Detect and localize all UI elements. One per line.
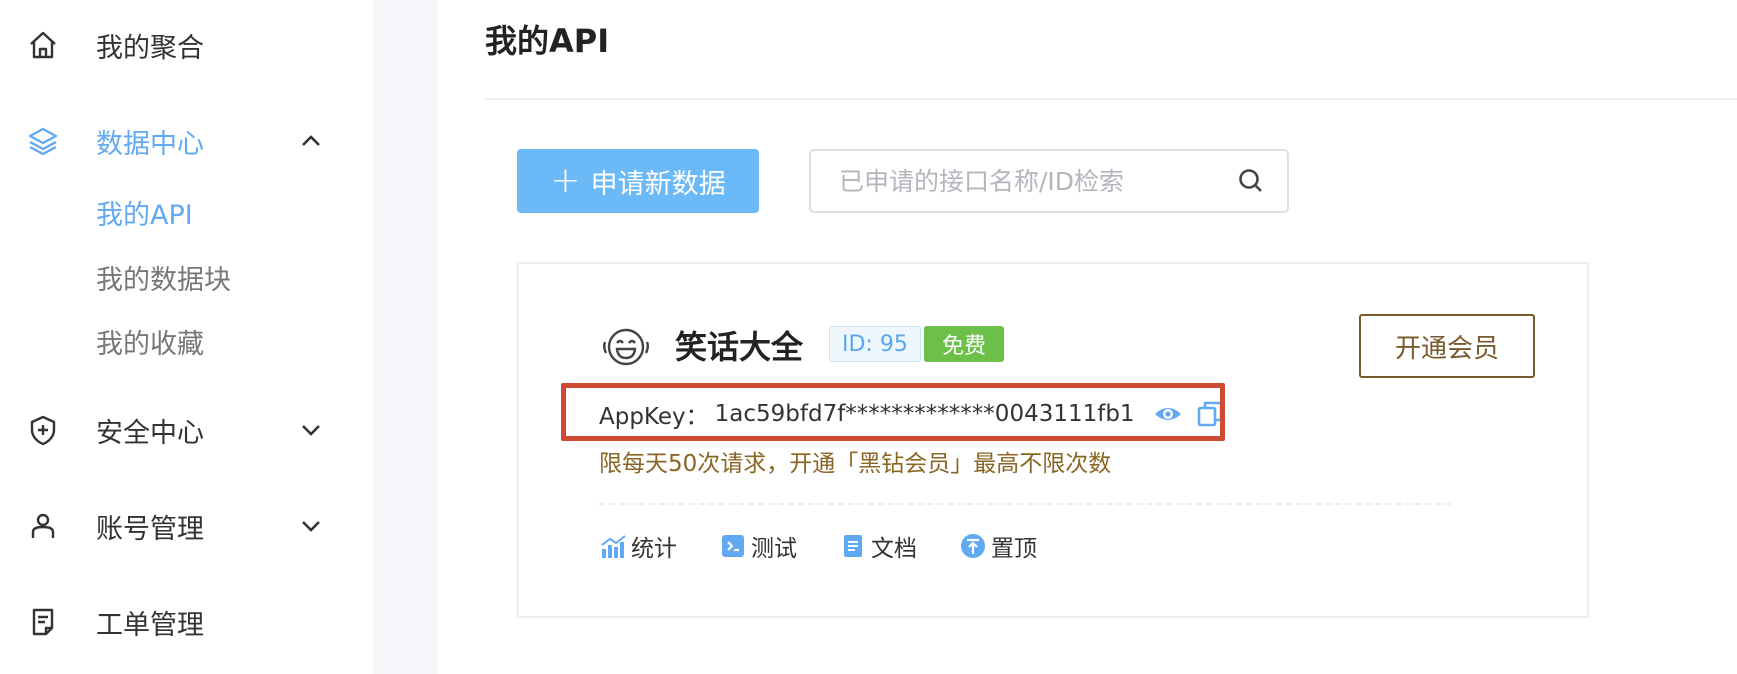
appkey-value: 1ac59bfd7f*************0043111fb1 <box>714 401 1135 427</box>
layers-icon <box>26 124 60 158</box>
page-title: 我的API <box>485 22 610 60</box>
sidebar-item-label: 数据中心 <box>96 128 204 160</box>
card-actions: 统计 测试 文档 置顶 <box>599 526 1079 566</box>
sidebar-subitem-my-api[interactable]: 我的API <box>96 193 193 232</box>
stats-icon <box>601 535 626 558</box>
free-badge: 免费 <box>924 326 1005 362</box>
shield-plus-icon <box>26 413 60 447</box>
chevron-down-icon[interactable] <box>298 513 324 539</box>
document-action[interactable]: 文档 <box>839 529 917 563</box>
pin-top-icon <box>961 534 985 558</box>
copy-icon[interactable] <box>1195 399 1225 429</box>
sidebar-item-label: 工单管理 <box>96 609 204 641</box>
pin-top-action[interactable]: 置顶 <box>959 529 1037 563</box>
sidebar-item-label: 安全中心 <box>96 417 204 449</box>
sidebar-item-account-management[interactable]: 账号管理 <box>0 496 373 556</box>
api-card: 笑话大全 ID: 95 免费 开通会员 AppKey： 1ac59bfd7f**… <box>517 262 1589 618</box>
sidebar-item-ticket-management[interactable]: 工单管理 <box>0 592 373 652</box>
chevron-down-icon[interactable] <box>298 417 324 443</box>
api-id-badge: ID: 95 <box>829 326 921 362</box>
rate-limit-note: 限每天50次请求，开通「黑钻会员」最高不限次数 <box>599 451 1112 477</box>
test-action[interactable]: 测试 <box>719 529 797 563</box>
user-icon <box>26 509 60 543</box>
eye-icon[interactable] <box>1153 399 1183 429</box>
sidebar: 我的聚合 数据中心 我的API 我的数据块 我的收藏 安全中心 账号管理 工单管… <box>0 0 373 674</box>
sidebar-subitem-my-favorites[interactable]: 我的收藏 <box>96 322 204 361</box>
plus-icon: + <box>550 160 581 201</box>
sidebar-item-security-center[interactable]: 安全中心 <box>0 400 373 460</box>
content-gutter <box>373 0 437 674</box>
pin-top-label: 置顶 <box>991 536 1037 562</box>
document-icon <box>844 535 862 557</box>
open-membership-button[interactable]: 开通会员 <box>1359 314 1535 378</box>
apply-new-data-label: 申请新数据 <box>590 168 726 200</box>
sidebar-subitem-my-datablocks[interactable]: 我的数据块 <box>96 258 231 297</box>
stats-label: 统计 <box>631 536 677 562</box>
appkey-label: AppKey： <box>599 404 709 430</box>
apply-new-data-button[interactable]: + 申请新数据 <box>517 149 759 213</box>
ticket-icon <box>26 605 60 639</box>
test-label: 测试 <box>751 536 797 562</box>
search-input[interactable] <box>839 161 1229 201</box>
sidebar-item-label: 账号管理 <box>96 513 204 545</box>
home-icon <box>26 28 60 62</box>
chevron-up-icon[interactable] <box>298 128 324 154</box>
stats-action[interactable]: 统计 <box>599 529 677 563</box>
document-label: 文档 <box>871 536 917 562</box>
api-name: 笑话大全 <box>675 328 804 366</box>
sidebar-item-label: 我的聚合 <box>96 32 204 64</box>
sidebar-item-data-center[interactable]: 数据中心 <box>0 111 373 171</box>
main-content: 我的API + 申请新数据 笑话大全 ID: 95 免费 开通会员 AppKey… <box>437 0 1737 674</box>
laughing-face-icon <box>603 328 649 366</box>
search-icon[interactable] <box>1237 167 1265 195</box>
appkey-row: AppKey： 1ac59bfd7f*************0043111fb… <box>599 394 1225 434</box>
title-divider <box>485 98 1737 100</box>
search-box <box>809 149 1289 213</box>
card-divider <box>599 503 1451 505</box>
sidebar-item-my-aggregation[interactable]: 我的聚合 <box>0 15 373 75</box>
terminal-icon <box>722 535 744 557</box>
